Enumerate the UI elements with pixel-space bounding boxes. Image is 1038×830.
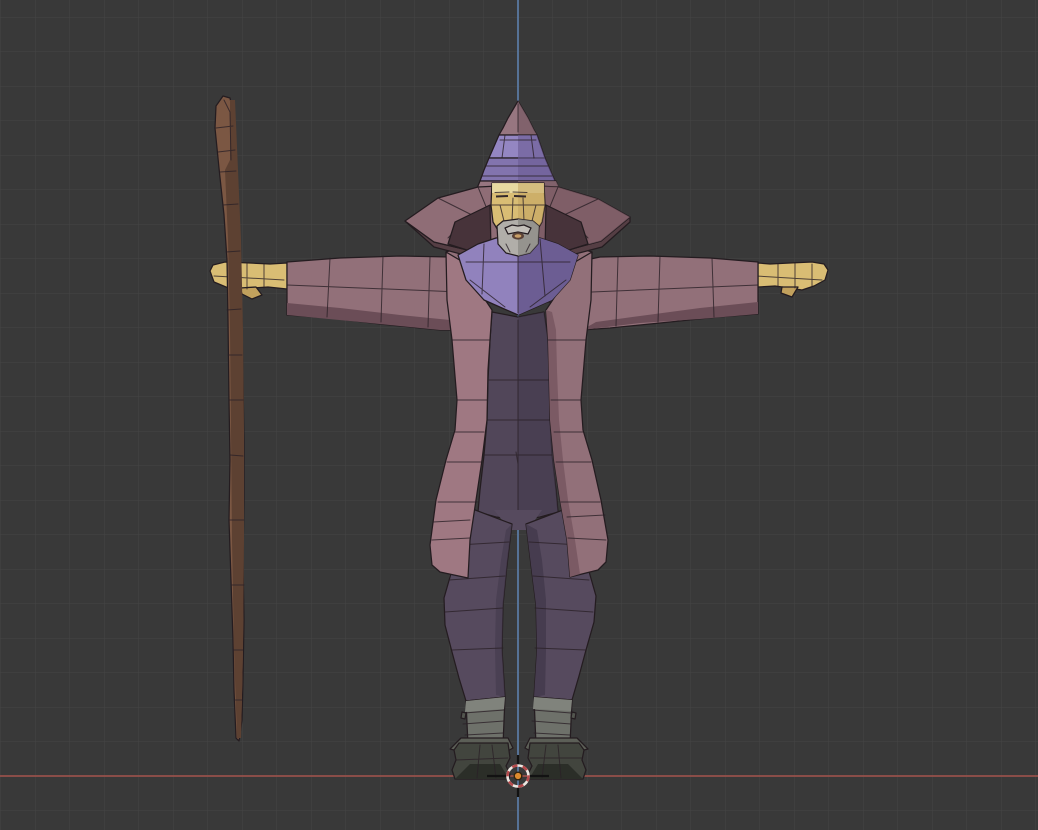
3d-viewport[interactable] [0, 0, 1038, 830]
cursor-origin-dot [513, 771, 523, 781]
viewport-canvas [0, 0, 1038, 830]
beard [496, 218, 540, 257]
